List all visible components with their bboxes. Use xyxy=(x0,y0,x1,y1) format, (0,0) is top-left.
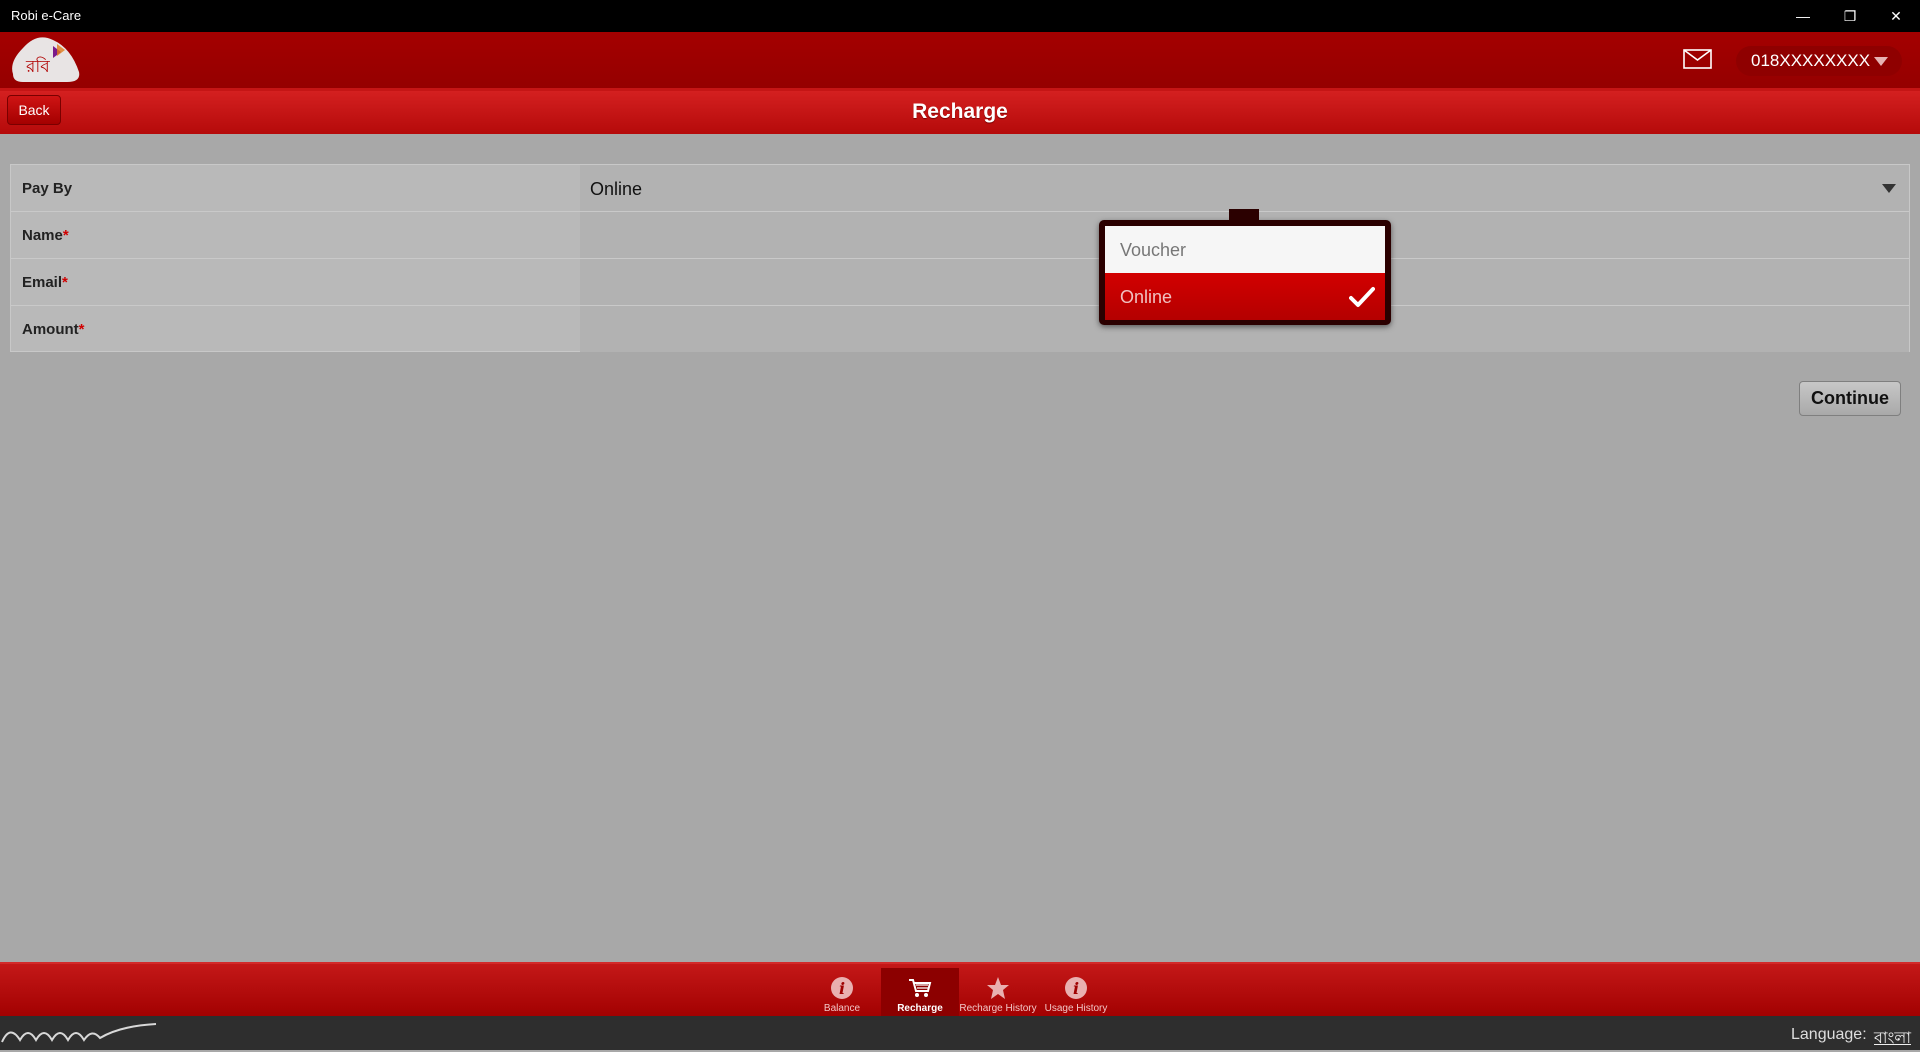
language-toggle-link[interactable]: বাংলা xyxy=(1874,1025,1911,1052)
mail-icon[interactable] xyxy=(1683,49,1712,69)
option-voucher[interactable]: Voucher xyxy=(1105,226,1385,273)
page-header: Back Recharge xyxy=(0,91,1920,134)
pay-by-row: Pay By Online xyxy=(11,165,1909,212)
info-icon: i xyxy=(1065,977,1087,999)
footer-bar: Language: বাংলা xyxy=(0,1016,1920,1050)
robi-logo: রবি xyxy=(12,37,80,82)
cart-icon xyxy=(909,979,932,997)
amount-label: Amount* xyxy=(22,321,85,338)
info-icon: i xyxy=(831,977,853,999)
option-online[interactable]: Online xyxy=(1105,273,1385,320)
close-icon[interactable]: ✕ xyxy=(1873,0,1919,32)
logo-text: রবি xyxy=(25,56,50,77)
amount-row: Amount* xyxy=(11,306,1909,352)
pay-by-value: Online xyxy=(590,179,643,199)
email-label: Email* xyxy=(22,274,68,291)
email-row: Email* xyxy=(11,259,1909,306)
recharge-form: Pay By Online Name* Email* Amount* xyxy=(10,164,1910,352)
star-icon xyxy=(987,977,1009,999)
name-row: Name* xyxy=(11,212,1909,259)
pay-by-select[interactable]: Online xyxy=(580,165,1909,211)
window-titlebar: Robi e-Care — ❐ ✕ xyxy=(0,0,1920,32)
app-header: রবি 018XXXXXXXX xyxy=(0,32,1920,91)
bottom-navigation: i Balance Recharge Recharge History i Us… xyxy=(0,962,1920,1018)
nav-recharge[interactable]: Recharge xyxy=(881,968,959,1016)
continue-button[interactable]: Continue xyxy=(1799,381,1901,416)
nav-usage-history[interactable]: i Usage History xyxy=(1037,968,1115,1016)
nav-recharge-history[interactable]: Recharge History xyxy=(959,968,1037,1016)
svg-text:i: i xyxy=(839,979,845,998)
minimize-icon[interactable]: — xyxy=(1780,0,1826,32)
chevron-down-icon xyxy=(1874,57,1888,66)
nav-balance[interactable]: i Balance xyxy=(803,968,881,1016)
chevron-down-icon xyxy=(1882,184,1896,193)
checkmark-icon xyxy=(1349,287,1375,307)
pay-by-options-popup: Voucher Online xyxy=(1099,209,1391,325)
svg-text:i: i xyxy=(1073,979,1079,998)
language-label: Language: xyxy=(1791,1026,1867,1043)
window-title: Robi e-Care xyxy=(11,8,82,23)
account-selector[interactable]: 018XXXXXXXX xyxy=(1736,46,1902,76)
restore-icon[interactable]: ❐ xyxy=(1827,0,1873,32)
popup-pointer xyxy=(1229,209,1259,221)
pay-by-label: Pay By xyxy=(22,180,73,197)
name-label: Name* xyxy=(22,227,69,244)
phone-number: 018XXXXXXXX xyxy=(1751,51,1871,70)
brand-swoosh-logo xyxy=(1,1023,157,1043)
page-title: Recharge xyxy=(912,100,1008,123)
